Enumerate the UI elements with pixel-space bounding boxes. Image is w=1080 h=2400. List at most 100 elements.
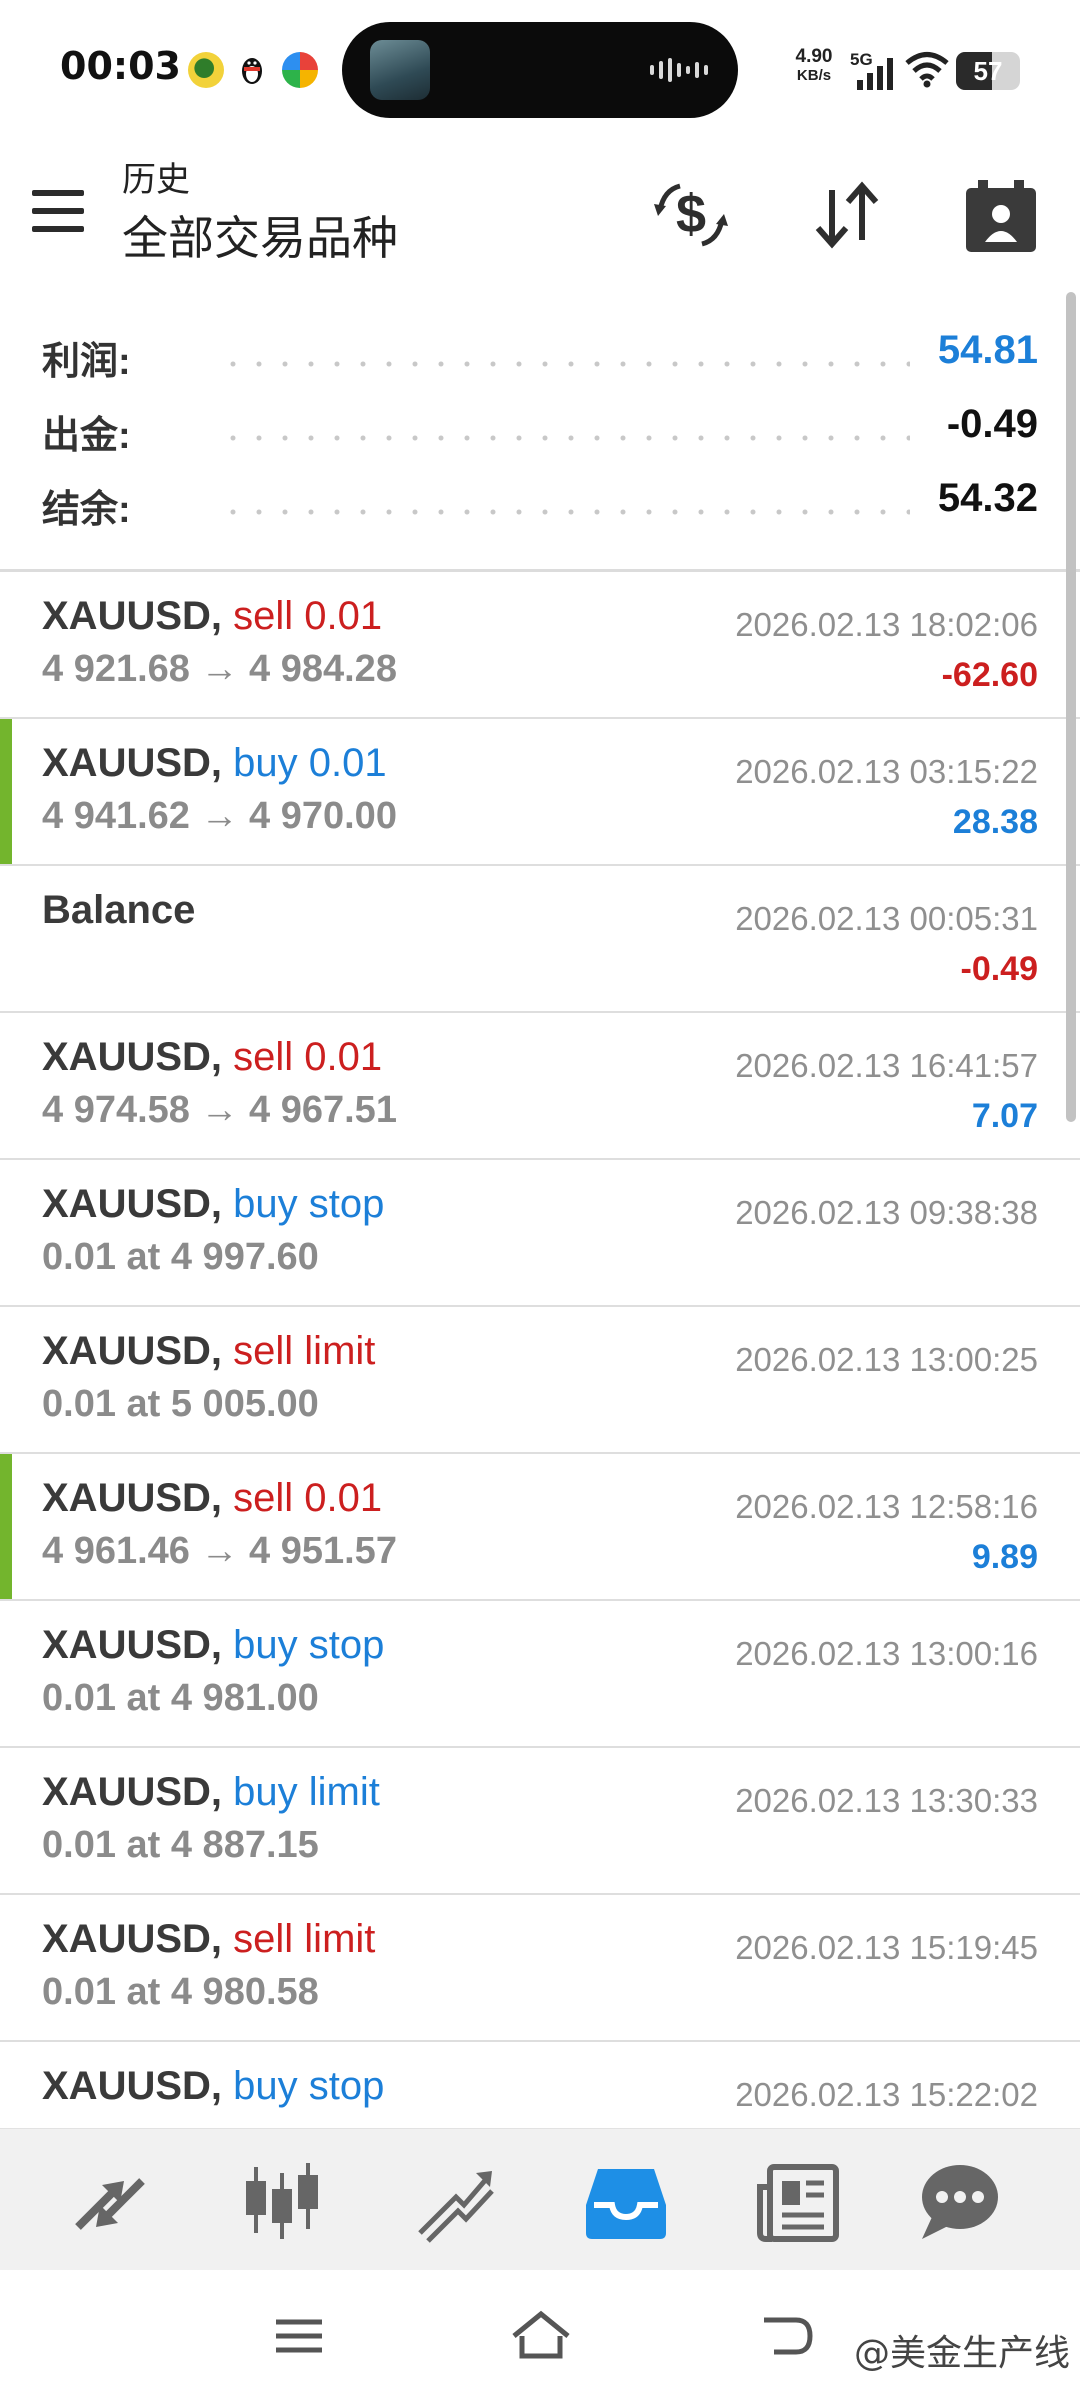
deal-profit: -62.60: [941, 656, 1038, 694]
deal-profit: -0.49: [960, 950, 1039, 988]
deal-title: XAUUSD, buy stop: [42, 1182, 384, 1227]
dotted-leader: [220, 360, 910, 368]
deal-symbol: XAUUSD,: [42, 1476, 223, 1520]
summary-row-profit: 利润: 54.81: [0, 318, 1080, 392]
deal-row[interactable]: XAUUSD, buy stop 0.01 at 4 981.00 2026.02.…: [0, 1601, 1080, 1748]
sort-icon[interactable]: [802, 170, 892, 260]
deal-action: sell 0.01: [233, 594, 383, 638]
deal-row[interactable]: XAUUSD, sell 0.01 4 921.68 → 4 984.28 2026…: [0, 572, 1080, 719]
deal-title: XAUUSD, buy limit: [42, 1770, 380, 1815]
deal-title: XAUUSD, sell 0.01: [42, 1035, 382, 1080]
deal-symbol: XAUUSD,: [42, 1329, 223, 1373]
deal-row[interactable]: XAUUSD, buy limit 0.01 at 4 887.15 2026.02…: [0, 1748, 1080, 1895]
deal-title: XAUUSD, sell 0.01: [42, 1476, 382, 1521]
system-navigation-bar: @美金生产线: [0, 2270, 1080, 2400]
trade-icon[interactable]: [406, 2153, 502, 2249]
deal-detail: 0.01 at 4 981.00: [42, 1677, 319, 1719]
deal-title: XAUUSD, sell limit: [42, 1329, 375, 1374]
menu-icon[interactable]: [264, 2306, 334, 2366]
chart-icon[interactable]: [234, 2153, 330, 2249]
svg-text:$: $: [676, 184, 706, 244]
deal-row[interactable]: XAUUSD, sell 0.01 4 974.58 → 4 967.51 2026…: [0, 1013, 1080, 1160]
history-list[interactable]: XAUUSD, sell 0.01 4 921.68 → 4 984.28 2026…: [0, 572, 1080, 2128]
battery-percent: 57: [973, 56, 1003, 86]
deal-action: buy 0.01: [233, 741, 387, 785]
deal-time: 2026.02.13 03:15:22: [735, 753, 1038, 790]
withdrawal-value: -0.49: [946, 402, 1038, 446]
deal-detail: 4 961.46 → 4 951.57: [42, 1530, 397, 1572]
deal-symbol: XAUUSD,: [42, 1035, 223, 1079]
deal-title: XAUUSD, buy stop: [42, 1623, 384, 1668]
calendar-person-icon[interactable]: [956, 170, 1046, 260]
position-accent-bar: [0, 1454, 12, 1599]
deal-time: 2026.02.13 09:38:38: [735, 1194, 1038, 1231]
home-icon[interactable]: [506, 2306, 576, 2366]
deal-title: XAUUSD, sell limit: [42, 1917, 375, 1962]
deal-symbol: XAUUSD,: [42, 594, 223, 638]
deal-row[interactable]: XAUUSD, buy stop 0.01 at 4 997.60 2026.02.…: [0, 1160, 1080, 1307]
deal-profit: 28.38: [952, 803, 1038, 841]
album-art-thumbnail: [370, 40, 430, 100]
deal-symbol: XAUUSD,: [42, 1770, 223, 1814]
history-icon[interactable]: [578, 2153, 674, 2249]
audio-wave-icon: [650, 58, 708, 82]
deal-symbol: XAUUSD,: [42, 2064, 223, 2108]
deal-row[interactable]: XAUUSD, buy stop 2026.02.13 15:22:02: [0, 2042, 1080, 2128]
currency-exchange-icon[interactable]: $: [646, 170, 736, 260]
deal-action: sell limit: [233, 1329, 376, 1373]
network-speed-unit: KB/s: [796, 67, 832, 84]
deal-action: buy stop: [233, 1182, 385, 1226]
page-title-symbols[interactable]: 全部交易品种: [122, 202, 398, 268]
deal-action: buy limit: [233, 1770, 380, 1814]
deal-time: 2026.02.13 13:00:16: [735, 1635, 1038, 1672]
colorful-app-icon: [282, 52, 318, 88]
deal-row[interactable]: Balance 2026.02.13 00:05:31 -0.49: [0, 866, 1080, 1013]
deal-symbol: XAUUSD,: [42, 1623, 223, 1667]
summary-row-withdrawal: 出金: -0.49: [0, 392, 1080, 466]
deal-detail: 0.01 at 4 887.15: [42, 1824, 319, 1866]
deal-time: 2026.02.13 12:58:16: [735, 1488, 1038, 1525]
status-bar: 00:03 4.90 KB/s 5G 57: [0, 0, 1080, 140]
deal-symbol: XAUUSD,: [42, 1182, 223, 1226]
watermark-text: @美金生产线: [853, 2333, 1070, 2374]
deal-row[interactable]: XAUUSD, sell limit 0.01 at 4 980.58 2026.0…: [0, 1895, 1080, 2042]
deal-title: XAUUSD, buy stop: [42, 2064, 384, 2109]
deal-detail: 4 921.68 → 4 984.28: [42, 648, 397, 690]
deal-time: 2026.02.13 13:30:33: [735, 1782, 1038, 1819]
quotes-icon[interactable]: [62, 2153, 158, 2249]
news-icon[interactable]: [750, 2153, 846, 2249]
summary-row-balance: 结余: 54.32: [0, 466, 1080, 540]
page-title-small: 历史: [122, 161, 190, 199]
wifi-icon: [905, 52, 949, 88]
deal-row[interactable]: XAUUSD, sell 0.01 4 961.46 → 4 951.57 2026…: [0, 1454, 1080, 1601]
messages-icon[interactable]: [910, 2153, 1006, 2249]
deal-action: sell 0.01: [233, 1035, 383, 1079]
profit-label: 利润:: [42, 341, 131, 383]
deal-detail: 0.01 at 4 997.60: [42, 1236, 319, 1278]
deal-time: 2026.02.13 13:00:25: [735, 1341, 1038, 1378]
deal-title: XAUUSD, sell 0.01: [42, 594, 382, 639]
position-accent-bar: [0, 719, 12, 864]
deal-time: 2026.02.13 15:19:45: [735, 1929, 1038, 1966]
bottom-navigation: [0, 2128, 1080, 2270]
deal-detail: 0.01 at 4 980.58: [42, 1971, 319, 2013]
battery-indicator: 57: [956, 52, 1020, 90]
deal-symbol: Balance: [42, 888, 196, 932]
deal-detail: 4 941.62 → 4 970.00: [42, 795, 397, 837]
back-icon[interactable]: [752, 2306, 822, 2366]
deal-action: sell 0.01: [233, 1476, 383, 1520]
network-speed-value: 4.90: [795, 46, 833, 67]
deal-time: 2026.02.13 18:02:06: [735, 606, 1038, 643]
withdrawal-label: 出金:: [42, 415, 131, 457]
deal-symbol: XAUUSD,: [42, 1917, 223, 1961]
hamburger-menu-button[interactable]: [28, 186, 88, 236]
deal-time: 2026.02.13 00:05:31: [735, 900, 1038, 937]
deal-row[interactable]: XAUUSD, sell limit 0.01 at 5 005.00 2026.0…: [0, 1307, 1080, 1454]
dynamic-island[interactable]: [342, 22, 738, 118]
scrollbar[interactable]: [1066, 292, 1076, 1122]
deal-profit: 7.07: [971, 1097, 1038, 1135]
deal-detail: 0.01 at 5 005.00: [42, 1383, 319, 1425]
penguin-icon: [234, 52, 270, 88]
deal-row[interactable]: XAUUSD, buy 0.01 4 941.62 → 4 970.00 2026.…: [0, 719, 1080, 866]
deal-time: 2026.02.13 16:41:57: [735, 1047, 1038, 1084]
